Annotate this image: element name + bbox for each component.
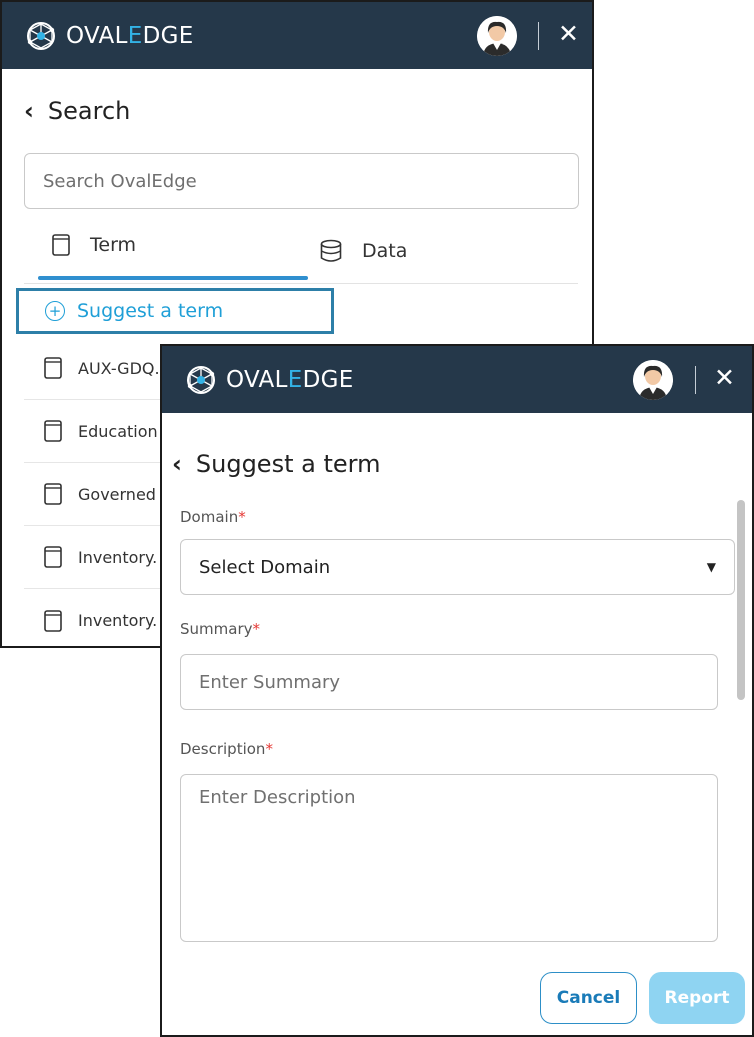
description-label: Description*	[180, 740, 273, 758]
book-icon	[44, 546, 62, 568]
user-avatar[interactable]	[477, 16, 517, 56]
logo-text: OVALEDGE	[66, 23, 194, 49]
term-name: AUX-GDQ.	[78, 358, 160, 378]
term-name: Education	[78, 421, 158, 441]
search-input[interactable]	[25, 154, 578, 208]
header-separator	[538, 22, 539, 50]
add-circle-icon: +	[45, 301, 65, 321]
tabs-divider	[24, 283, 578, 284]
scrollbar[interactable]	[737, 500, 745, 700]
book-icon	[44, 420, 62, 442]
tab-term[interactable]: Term	[52, 234, 136, 256]
user-avatar[interactable]	[633, 360, 673, 400]
domain-select[interactable]: Select Domain ▼	[180, 539, 735, 595]
suggest-term-link[interactable]: + Suggest a term	[16, 288, 334, 334]
description-input[interactable]	[181, 775, 717, 941]
active-tab-indicator	[38, 276, 308, 280]
domain-label: Domain*	[180, 508, 246, 526]
report-button[interactable]: Report	[649, 972, 745, 1024]
close-icon[interactable]: ✕	[558, 20, 579, 48]
logo-text: OVALEDGE	[226, 367, 354, 393]
avatar-icon	[477, 16, 517, 56]
suggest-title-row: ‹ Suggest a term	[172, 450, 380, 478]
ovaledge-logo: OVALEDGE	[24, 19, 194, 53]
book-icon	[44, 483, 62, 505]
tab-term-label: Term	[90, 234, 137, 256]
back-chevron-icon[interactable]: ‹	[172, 450, 182, 478]
page-title: Suggest a term	[195, 450, 381, 478]
ovaledge-logo-icon	[187, 366, 215, 394]
description-field[interactable]	[180, 774, 718, 942]
summary-input[interactable]	[181, 655, 717, 709]
suggest-term-label: Suggest a term	[77, 300, 224, 322]
app-header: OVALEDGE ✕	[2, 2, 592, 69]
suggest-term-panel: OVALEDGE ✕ ‹ Suggest a term Domain* Sele…	[160, 344, 754, 1037]
page-title: Search	[47, 97, 131, 125]
ovaledge-logo-icon	[27, 22, 55, 50]
book-icon	[44, 609, 62, 632]
tab-data[interactable]: Data	[320, 239, 407, 263]
cancel-button[interactable]: Cancel	[540, 972, 637, 1024]
search-field[interactable]	[24, 153, 579, 209]
book-icon	[52, 234, 70, 256]
header-separator	[695, 366, 696, 394]
summary-field[interactable]	[180, 654, 718, 710]
close-icon[interactable]: ✕	[714, 364, 735, 392]
back-chevron-icon[interactable]: ‹	[24, 97, 34, 125]
term-name: Inventory.	[78, 611, 158, 630]
caret-down-icon: ▼	[706, 560, 716, 574]
avatar-icon	[633, 360, 673, 400]
domain-select-value: Select Domain	[199, 556, 331, 578]
app-header: OVALEDGE ✕	[162, 346, 752, 413]
tab-data-label: Data	[362, 240, 408, 262]
summary-label: Summary*	[180, 620, 260, 638]
search-title-row: ‹ Search	[24, 97, 130, 125]
book-icon	[44, 357, 62, 379]
database-icon	[320, 239, 342, 262]
term-name: Governed	[78, 484, 156, 504]
ovaledge-logo: OVALEDGE	[184, 363, 354, 397]
term-name: Inventory.	[78, 547, 158, 567]
